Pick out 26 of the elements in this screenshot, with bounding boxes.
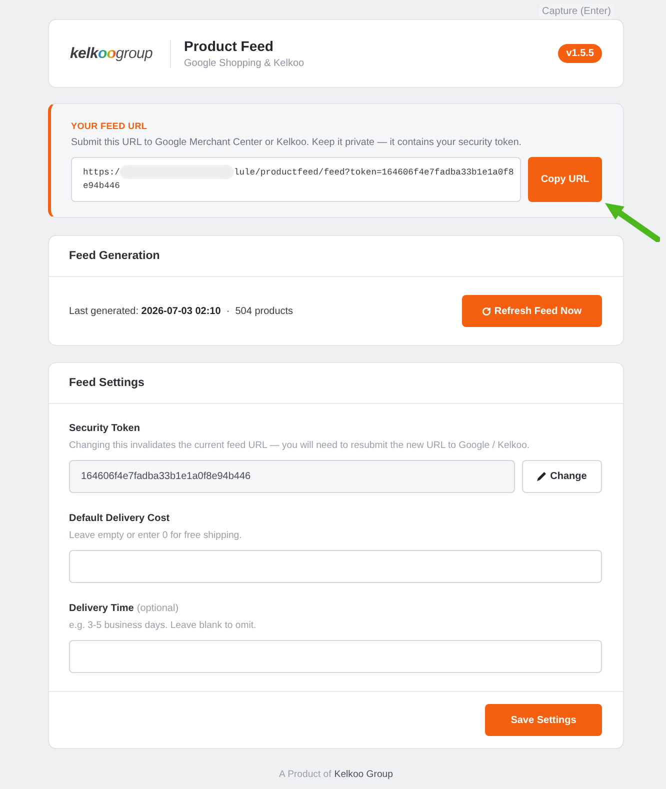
field-label: Default Delivery Cost — [69, 513, 170, 525]
text-input-field[interactable] — [69, 640, 602, 673]
field-help-text: Leave empty or enter 0 for free shipping. — [69, 530, 243, 542]
app-subtitle: Google Shopping & Kelkoo — [184, 58, 304, 69]
pointer-arrow — [605, 203, 660, 242]
field-label: Delivery Time — [69, 603, 134, 615]
text-input-field[interactable] — [69, 550, 602, 583]
kelkoo-group-logo: kelkoogroup — [70, 45, 154, 62]
footer-text: A Product of — [279, 769, 332, 780]
field-help-text: e.g. 3-5 business days. Leave blank to omit. — [69, 620, 258, 632]
refresh-icon — [482, 306, 492, 316]
app-title: Product Feed — [184, 38, 274, 54]
card-title: Feed Generation — [69, 250, 160, 262]
token-input-field[interactable]: 164606f4e7fadba33b1e1a0f8e94b446 — [69, 460, 515, 493]
field-help-text: Changing this invalidates the current feed URL — you will need to resubmit the new URL to Google / Kelkoo. — [69, 440, 531, 452]
last-generated-text: Last generated: 2026-07-03 02:10 · 504 products — [69, 306, 294, 316]
section-description: Submit this URL to Google Merchant Center or Kelkoo. Keep it private — it contains your security token. — [71, 137, 523, 148]
optional-note: (optional) — [136, 603, 179, 615]
pencil-icon — [537, 472, 546, 481]
section-label: YOUR FEED URL — [71, 121, 148, 131]
version-badge: v1.5.5 — [558, 44, 602, 63]
field-label: Security Token — [69, 423, 140, 435]
card-title: Feed Settings — [69, 377, 144, 389]
change-button[interactable]: Change — [522, 460, 602, 493]
footer-link[interactable]: Kelkoo Group — [334, 769, 393, 780]
feed-url-field[interactable]: https:/ lule/productfeed/feed?token=164606f4e7fadba33b1e1a0f8e94b446 — [71, 157, 521, 202]
